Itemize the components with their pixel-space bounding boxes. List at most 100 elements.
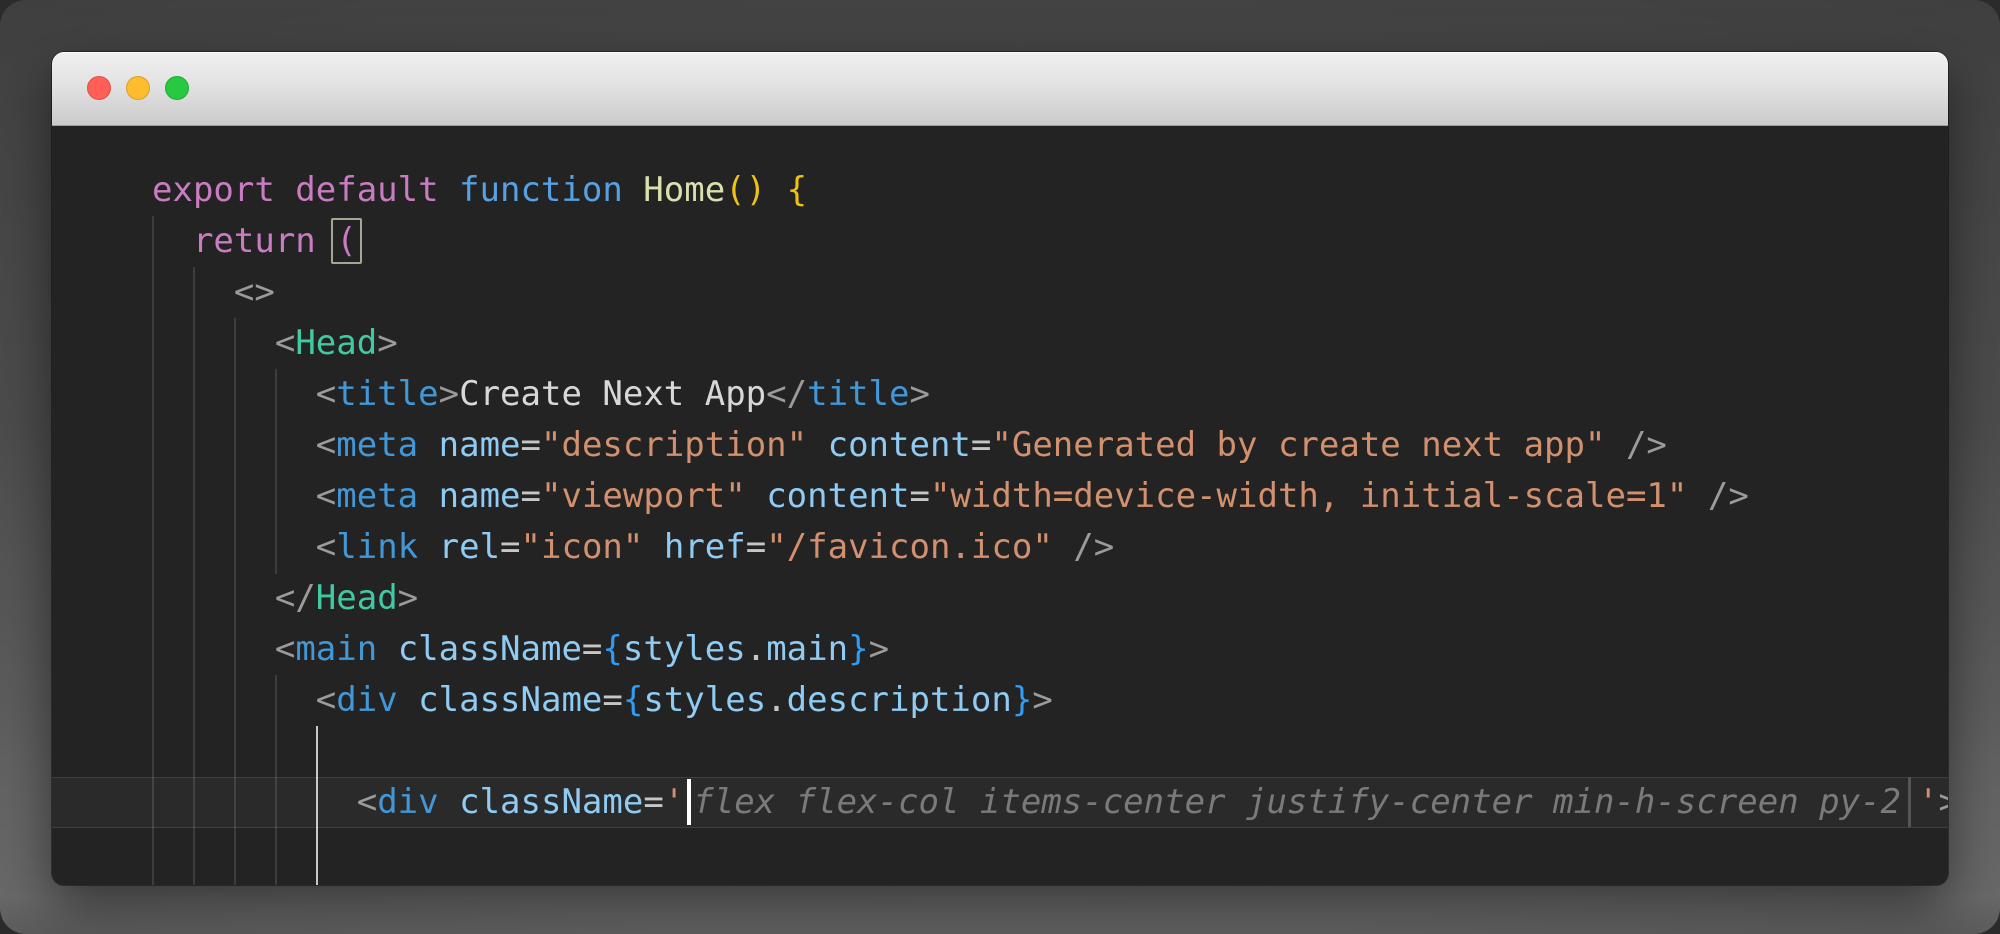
code-token	[152, 425, 316, 465]
code-token: '	[664, 782, 684, 822]
code-token: }	[848, 629, 868, 669]
code-token: <	[316, 476, 336, 516]
code-token: name	[439, 476, 521, 516]
code-token	[746, 476, 766, 516]
code-token: =	[521, 476, 541, 516]
code-token: />	[1708, 476, 1749, 516]
code-token: =	[602, 680, 622, 720]
code-token	[152, 374, 316, 414]
zoom-button[interactable]	[165, 76, 189, 100]
code-token: </	[275, 578, 316, 618]
code-token: "viewport"	[541, 476, 746, 516]
code-token	[152, 323, 275, 363]
code-token: function	[459, 170, 643, 210]
code-line[interactable]: <main className={styles.main}>	[152, 624, 1948, 675]
code-token: }	[1012, 680, 1032, 720]
code-token	[1605, 425, 1625, 465]
code-token: =	[643, 782, 663, 822]
code-token: =	[746, 527, 766, 567]
close-button[interactable]	[87, 76, 111, 100]
code-token: Home	[643, 170, 725, 210]
code-token	[152, 680, 316, 720]
code-token	[418, 425, 438, 465]
code-token	[152, 629, 275, 669]
code-token: description	[787, 680, 1012, 720]
code-token: <	[316, 680, 336, 720]
code-line[interactable]: <meta name="viewport" content="width=dev…	[152, 471, 1948, 522]
code-token: >	[909, 374, 929, 414]
code-line[interactable]: <div className='flex flex-col items-cent…	[152, 777, 1948, 828]
code-line[interactable]	[152, 726, 1948, 777]
code-line[interactable]: <meta name="description" content="Genera…	[152, 420, 1948, 471]
code-token: meta	[336, 425, 418, 465]
code-token: name	[439, 425, 521, 465]
code-token: >	[377, 323, 397, 363]
code-token: <	[316, 527, 336, 567]
code-token: />	[1626, 425, 1667, 465]
code-token: title	[336, 374, 438, 414]
code-token	[152, 578, 275, 618]
code-token: content	[828, 425, 971, 465]
code-token: Create Next App	[459, 374, 766, 414]
suggestion-divider	[1908, 777, 1911, 827]
code-token: =	[521, 425, 541, 465]
code-token	[418, 527, 438, 567]
code-token	[439, 782, 459, 822]
code-line[interactable]: <title>Create Next App</title>	[152, 369, 1948, 420]
text-cursor	[687, 779, 691, 825]
code-line[interactable]: <>	[152, 267, 1948, 318]
code-token	[152, 221, 193, 261]
code-token: >	[1032, 680, 1052, 720]
code-token: >	[1939, 782, 1949, 822]
code-token: '	[1918, 782, 1938, 822]
code-token: Head	[295, 323, 377, 363]
code-token: styles	[623, 629, 746, 669]
code-line[interactable]: <div className={styles.description}>	[152, 675, 1948, 726]
code-token: href	[664, 527, 746, 567]
code-token: >	[398, 578, 418, 618]
code-token: () {	[725, 170, 807, 210]
code-token: main	[766, 629, 848, 669]
code-line[interactable]: return (	[152, 216, 1948, 267]
code-token: link	[336, 527, 418, 567]
code-token	[398, 680, 418, 720]
code-token	[643, 527, 663, 567]
code-token: <	[275, 629, 295, 669]
window-titlebar[interactable]	[52, 52, 1948, 126]
code-token: <>	[234, 272, 275, 312]
code-editor[interactable]: export default function Home() { return …	[52, 126, 1948, 885]
code-token: return	[193, 221, 336, 261]
code-token: </	[766, 374, 807, 414]
code-token: "width=device-width, initial-scale=1"	[930, 476, 1687, 516]
minimize-button[interactable]	[126, 76, 150, 100]
code-line[interactable]: <Head>	[152, 318, 1948, 369]
code-token: "Generated by create next app"	[991, 425, 1605, 465]
code-token: className	[418, 680, 602, 720]
code-token: className	[398, 629, 582, 669]
code-token	[807, 425, 827, 465]
code-token: main	[295, 629, 377, 669]
code-token: title	[807, 374, 909, 414]
code-token	[418, 476, 438, 516]
code-token: {	[623, 680, 643, 720]
code-token	[1053, 527, 1073, 567]
code-token	[152, 476, 316, 516]
code-token: =	[909, 476, 929, 516]
traffic-lights	[87, 76, 189, 100]
code-token	[152, 272, 234, 312]
code-token: meta	[336, 476, 418, 516]
code-token: "icon"	[521, 527, 644, 567]
code-line[interactable]: </Head>	[152, 573, 1948, 624]
code-token: />	[1073, 527, 1114, 567]
code-token: =	[500, 527, 520, 567]
code-line[interactable]: <link rel="icon" href="/favicon.ico" />	[152, 522, 1948, 573]
code-token: <	[275, 323, 295, 363]
code-token: "description"	[541, 425, 807, 465]
code-token: export default	[152, 170, 459, 210]
code-token	[377, 629, 397, 669]
code-token: Head	[316, 578, 398, 618]
code-token: .	[746, 629, 766, 669]
code-line[interactable]: export default function Home() {	[152, 165, 1948, 216]
ai-ghost-suggestion[interactable]: flex flex-col items-center justify-cente…	[693, 782, 1901, 822]
code-token	[152, 527, 316, 567]
